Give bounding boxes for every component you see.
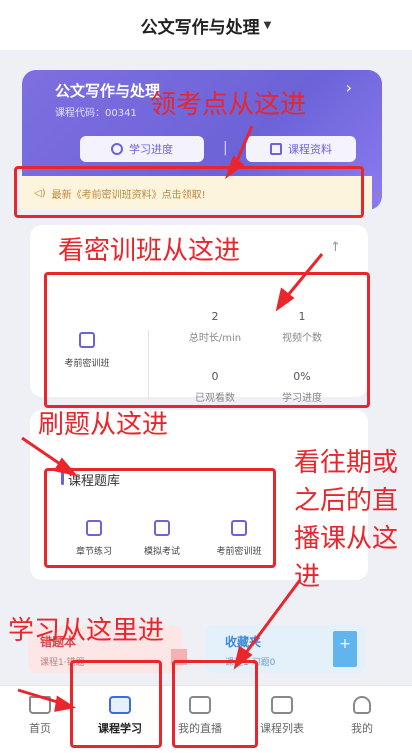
annotation-materials: 领考点从这进 <box>150 90 307 120</box>
annotation-replay: 看往期或之后的直播课从这进 <box>294 448 399 592</box>
annotation-live: 看密训班从这进 <box>58 236 241 266</box>
annotation-bank: 刷题从这进 <box>38 410 169 440</box>
annotation-study: 学习从这里进 <box>8 616 165 646</box>
